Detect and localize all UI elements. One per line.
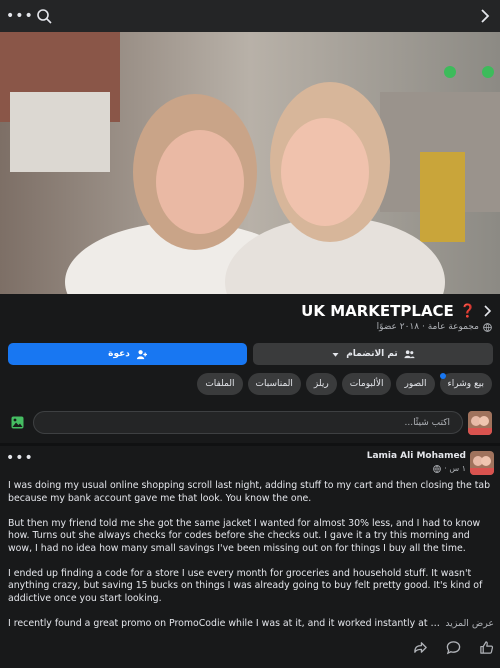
- post-meta: ١ س ·: [433, 464, 466, 473]
- chevron-right-icon[interactable]: [478, 8, 492, 24]
- tab-buy-sell[interactable]: بيع وشراء: [439, 373, 492, 395]
- author-avatar[interactable]: [470, 451, 494, 475]
- group-meta: مجموعة عامة · ٢٠١٨ عضوًا: [377, 322, 492, 332]
- invite-label: دعوة: [108, 349, 130, 359]
- post-header: ••• Lamia Ali Mohamed ١ س ·: [0, 448, 500, 478]
- search-icon[interactable]: [36, 8, 52, 24]
- group-members-icon: [404, 349, 415, 358]
- tab-photos[interactable]: الصور: [396, 373, 435, 395]
- joined-button[interactable]: تم الانضمام: [253, 343, 493, 365]
- group-tabs: بيع وشراء الصور الألبومات ريلز المناسبات…: [197, 373, 492, 395]
- post-actions: [413, 640, 494, 655]
- like-icon[interactable]: [479, 640, 494, 655]
- more-dots-icon[interactable]: •••: [6, 8, 34, 24]
- post-composer: اكتب شيئًا...: [0, 408, 500, 438]
- post-paragraph: But then my friend told me she got the s…: [8, 517, 481, 554]
- group-title[interactable]: UK MARKETPLACE: [301, 302, 454, 320]
- post-author[interactable]: Lamia Ali Mohamed: [367, 451, 466, 461]
- section-divider: [0, 443, 500, 446]
- post-time[interactable]: ١ س ·: [444, 464, 466, 473]
- group-title-row[interactable]: UK MARKETPLACE ❓: [301, 302, 492, 320]
- post-truncated-text: I recently found a great promo on PromoC…: [8, 617, 442, 629]
- avatar[interactable]: [468, 411, 492, 435]
- tab-albums[interactable]: الألبومات: [341, 373, 392, 395]
- question-badge-icon: ❓: [459, 303, 476, 319]
- comment-icon[interactable]: [446, 640, 461, 655]
- photo-icon[interactable]: [11, 416, 24, 429]
- post-options-icon[interactable]: •••: [6, 450, 34, 466]
- post-paragraph: I ended up finding a code for a store I …: [8, 567, 483, 604]
- invite-button[interactable]: دعوة: [8, 343, 247, 365]
- tab-files[interactable]: الملفات: [197, 373, 243, 395]
- group-meta-text: مجموعة عامة · ٢٠١٨ عضوًا: [376, 322, 479, 332]
- chevron-right-icon[interactable]: [482, 304, 492, 318]
- tab-reels[interactable]: ريلز: [305, 373, 337, 395]
- caret-down-icon: [332, 352, 339, 357]
- composer-input[interactable]: اكتب شيئًا...: [33, 411, 463, 434]
- share-icon[interactable]: [413, 640, 428, 655]
- top-bar: •••: [0, 0, 500, 32]
- see-more-link[interactable]: عرض المزيد: [445, 618, 494, 631]
- tab-events[interactable]: المناسبات: [247, 373, 301, 395]
- globe-icon: [433, 464, 442, 473]
- notification-dot: [439, 373, 446, 379]
- group-cover-photo[interactable]: [0, 32, 500, 294]
- post-last-line: I recently found a great promo on PromoC…: [8, 618, 494, 631]
- post-body: I was doing my usual online shopping scr…: [8, 480, 494, 630]
- composer-placeholder: اكتب شيئًا...: [404, 417, 451, 428]
- globe-icon: [483, 322, 492, 332]
- post-paragraph: I was doing my usual online shopping scr…: [8, 480, 491, 504]
- add-person-icon: [136, 349, 147, 359]
- joined-label: تم الانضمام: [346, 349, 398, 359]
